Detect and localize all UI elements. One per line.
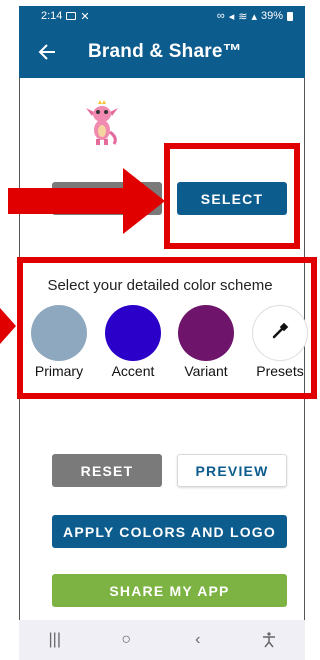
reset-button[interactable]: RESET <box>52 454 162 487</box>
wifi-icon: ≋ <box>238 10 248 23</box>
presets-swatch[interactable] <box>252 305 308 361</box>
link-icon: ∞ <box>216 10 225 22</box>
app-bar: Brand & Share™ <box>19 26 305 78</box>
variant-label: Variant <box>184 363 228 379</box>
battery-percent: 39% <box>260 10 283 22</box>
select-button[interactable]: SELECT <box>177 182 287 215</box>
apply-colors-button[interactable]: APPLY COLORS AND LOGO <box>52 515 287 548</box>
preview-button[interactable]: PREVIEW <box>177 454 287 487</box>
back-button[interactable]: ‹ <box>178 625 218 655</box>
page-title: Brand & Share™ <box>88 41 242 62</box>
status-bar: 2:14 ✕ ∞ ◂ ≋ ▴ 39% <box>19 6 305 26</box>
home-button[interactable]: ○ <box>106 625 146 655</box>
primary-label: Primary <box>34 363 84 379</box>
mute-icon: ◂ <box>228 10 235 23</box>
status-time: 2:14 <box>41 10 63 22</box>
signal-icon: ▴ <box>251 10 257 23</box>
presets-label: Presets <box>256 363 304 379</box>
accent-color-swatch[interactable] <box>105 305 161 361</box>
phone-screen: 2:14 ✕ ∞ ◂ ≋ ▴ 39% Brand & Share™ SELECT… <box>0 0 320 660</box>
status-left: 2:14 ✕ <box>41 10 90 23</box>
variant-color-swatch[interactable] <box>178 305 234 361</box>
accessibility-icon[interactable] <box>249 625 289 655</box>
accent-label: Accent <box>111 363 155 379</box>
primary-color-swatch[interactable] <box>31 305 87 361</box>
color-scheme-title: Select your detailed color scheme <box>47 277 273 294</box>
recents-button[interactable]: ||| <box>35 625 75 655</box>
gallery-icon <box>66 12 77 20</box>
tools-icon: ✕ <box>80 10 90 23</box>
share-app-button[interactable]: SHARE MY APP <box>52 574 287 607</box>
system-navigation-bar: ||| ○ ‹ <box>19 620 305 660</box>
eyedropper-icon <box>270 321 290 346</box>
red-arrow-pointer <box>8 168 165 234</box>
status-right: ∞ ◂ ≋ ▴ 39% <box>217 10 293 23</box>
dragon-logo-image <box>84 98 120 148</box>
battery-icon <box>287 11 293 21</box>
back-arrow-icon[interactable] <box>37 26 59 78</box>
red-arrow-tip <box>0 308 16 344</box>
